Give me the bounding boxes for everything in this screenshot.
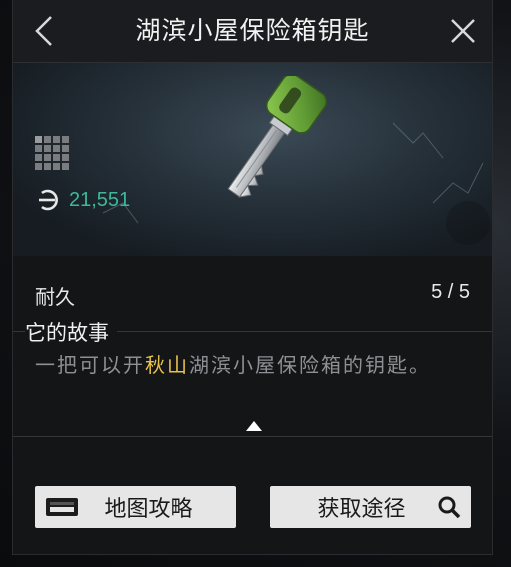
- section-divider: [13, 436, 492, 437]
- grid-size-icon: [35, 136, 75, 176]
- expand-arrow-icon[interactable]: [245, 420, 263, 432]
- price-row: 21,551: [35, 186, 130, 214]
- close-icon: [451, 19, 475, 43]
- item-price: 21,551: [69, 188, 131, 211]
- story-location-highlight: 秋山: [145, 353, 189, 377]
- search-icon: [438, 496, 461, 519]
- acquisition-button[interactable]: 获取途径: [270, 486, 471, 528]
- item-info-section: 耐久 5 / 5 它的故事 一把可以开秋山湖滨小屋保险箱的钥匙。: [13, 257, 492, 437]
- map-guide-label: 地图攻略: [104, 497, 193, 522]
- page-title: 湖滨小屋保险箱钥匙: [135, 16, 370, 45]
- back-button[interactable]: [27, 14, 61, 48]
- story-text-start: 一把可以开: [35, 353, 145, 377]
- durability-value: 5 / 5: [431, 281, 470, 303]
- currency-icon: [35, 187, 61, 213]
- chevron-left-icon: [35, 16, 52, 46]
- key-icon: [227, 76, 327, 198]
- item-detail-panel: 湖滨小屋保险箱钥匙 21,551 耐久 5 / 5 它的故事 一把可以开秋山湖滨…: [12, 0, 493, 555]
- action-bar: 地图攻略 获取途径: [13, 438, 492, 554]
- panel-header: 湖滨小屋保险箱钥匙: [13, 0, 492, 63]
- story-text-end: 湖滨小屋保险箱的钥匙。: [189, 353, 431, 377]
- map-book-icon: [46, 498, 78, 516]
- close-button[interactable]: [446, 14, 480, 48]
- durability-label: 耐久: [35, 285, 75, 309]
- story-text: 一把可以开秋山湖滨小屋保险箱的钥匙。: [35, 348, 455, 383]
- item-showcase: 21,551: [13, 63, 492, 256]
- story-title: 它的故事: [25, 317, 117, 347]
- acquisition-label: 获取途径: [317, 497, 406, 522]
- map-guide-button[interactable]: 地图攻略: [35, 486, 236, 528]
- screen: 湖滨小屋保险箱钥匙 21,551 耐久 5 / 5 它的故事 一把可以开秋山湖滨…: [0, 0, 511, 567]
